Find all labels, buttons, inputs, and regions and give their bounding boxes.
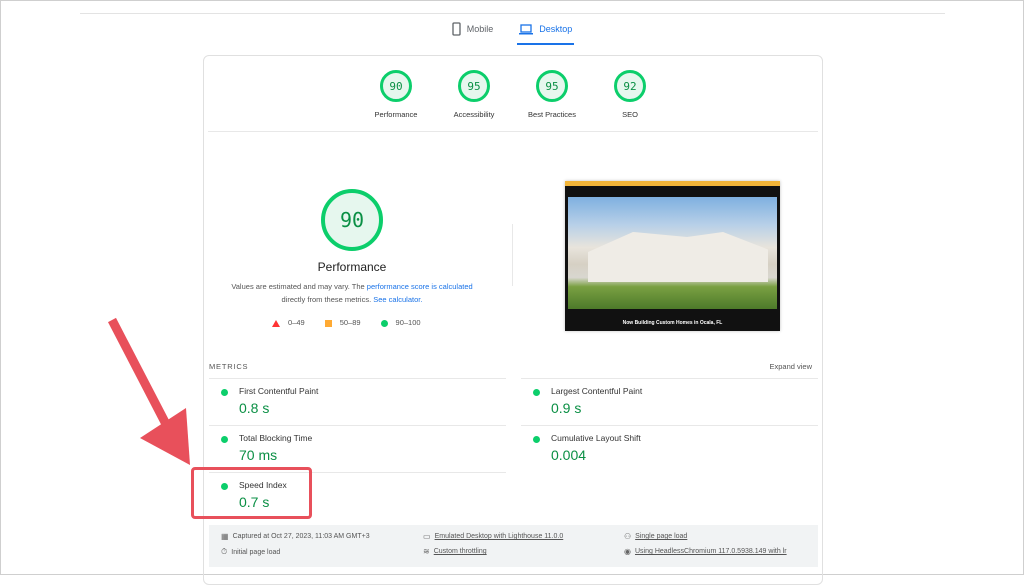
highlight-box (191, 467, 312, 519)
annotation-arrow (108, 317, 190, 465)
